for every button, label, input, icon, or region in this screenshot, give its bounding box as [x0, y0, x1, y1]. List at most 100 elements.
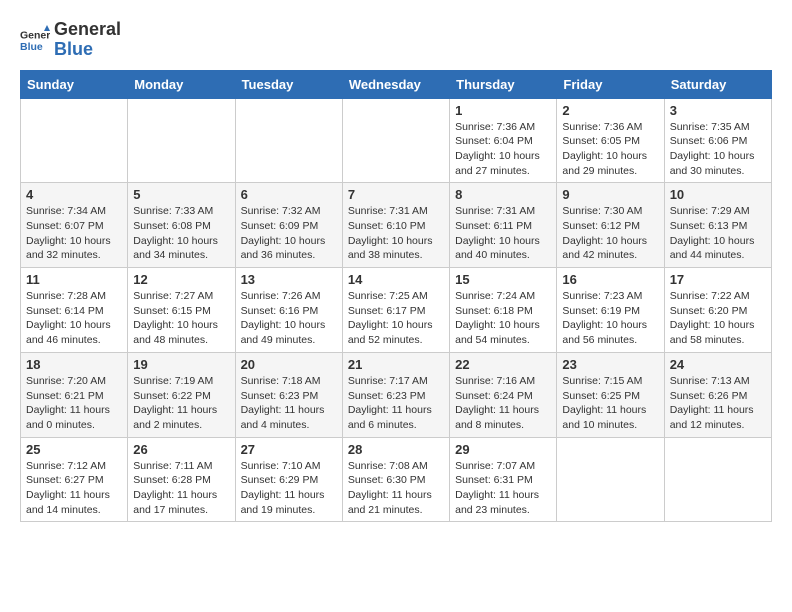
day-number: 15 — [455, 272, 551, 287]
weekday-header-cell: Tuesday — [235, 70, 342, 98]
calendar-day-cell: 14Sunrise: 7:25 AM Sunset: 6:17 PM Dayli… — [342, 268, 449, 353]
calendar-day-cell: 9Sunrise: 7:30 AM Sunset: 6:12 PM Daylig… — [557, 183, 664, 268]
calendar-day-cell: 25 Sunrise: 7:12 AM Sunset: 6:27 PM Dayli… — [21, 437, 128, 522]
day-info: Sunrise: 7:24 AM Sunset: 6:18 PM Dayligh… — [455, 289, 551, 348]
calendar-day-cell: 29Sunrise: 7:07 AM Sunset: 6:31 PM Dayli… — [450, 437, 557, 522]
day-info: Sunrise: 7:17 AM Sunset: 6:23 PM Dayligh… — [348, 374, 444, 433]
day-info: Sunrise: 7:10 AM Sunset: 6:29 PM Dayligh… — [241, 459, 337, 518]
logo: General Blue General Blue — [20, 20, 121, 60]
day-info: Sunrise: 7:13 AM Sunset: 6:26 PM Dayligh… — [670, 374, 766, 433]
calendar-day-cell: 17 Sunrise: 7:22 AM Sunset: 6:20 PM Dayli… — [664, 268, 771, 353]
day-info: Sunrise: 7:20 AM Sunset: 6:21 PM Dayligh… — [26, 374, 122, 433]
calendar-day-cell: 19 Sunrise: 7:19 AM Sunset: 6:22 PM Dayli… — [128, 352, 235, 437]
day-number: 8 — [455, 187, 551, 202]
day-info: Sunrise: 7:33 AM Sunset: 6:08 PM Dayligh… — [133, 204, 229, 263]
calendar-day-cell: 20 Sunrise: 7:18 AM Sunset: 6:23 PM Dayli… — [235, 352, 342, 437]
day-info: Sunrise: 7:19 AM Sunset: 6:22 PM Dayligh… — [133, 374, 229, 433]
calendar-day-cell: 8 Sunrise: 7:31 AM Sunset: 6:11 PM Daylig… — [450, 183, 557, 268]
calendar-week-row: 18 Sunrise: 7:20 AM Sunset: 6:21 PM Dayli… — [21, 352, 772, 437]
weekday-header-cell: Saturday — [664, 70, 771, 98]
day-info: Sunrise: 7:36 AM Sunset: 6:05 PM Dayligh… — [562, 120, 658, 179]
calendar-week-row: 25 Sunrise: 7:12 AM Sunset: 6:27 PM Dayli… — [21, 437, 772, 522]
day-number: 24 — [670, 357, 766, 372]
day-number: 28 — [348, 442, 444, 457]
day-info: Sunrise: 7:26 AM Sunset: 6:16 PM Dayligh… — [241, 289, 337, 348]
calendar-day-cell: 10 Sunrise: 7:29 AM Sunset: 6:13 PM Dayli… — [664, 183, 771, 268]
calendar-week-row: 4Sunrise: 7:34 AM Sunset: 6:07 PM Daylig… — [21, 183, 772, 268]
day-number: 25 — [26, 442, 122, 457]
day-info: Sunrise: 7:34 AM Sunset: 6:07 PM Dayligh… — [26, 204, 122, 263]
calendar-day-cell — [21, 98, 128, 183]
day-info: Sunrise: 7:31 AM Sunset: 6:10 PM Dayligh… — [348, 204, 444, 263]
calendar-day-cell: 15 Sunrise: 7:24 AM Sunset: 6:18 PM Dayli… — [450, 268, 557, 353]
day-info: Sunrise: 7:28 AM Sunset: 6:14 PM Dayligh… — [26, 289, 122, 348]
calendar-week-row: 1 Sunrise: 7:36 AM Sunset: 6:04 PM Daylig… — [21, 98, 772, 183]
day-info: Sunrise: 7:08 AM Sunset: 6:30 PM Dayligh… — [348, 459, 444, 518]
day-info: Sunrise: 7:18 AM Sunset: 6:23 PM Dayligh… — [241, 374, 337, 433]
day-info: Sunrise: 7:35 AM Sunset: 6:06 PM Dayligh… — [670, 120, 766, 179]
calendar-day-cell: 13 Sunrise: 7:26 AM Sunset: 6:16 PM Dayli… — [235, 268, 342, 353]
calendar-day-cell: 23 Sunrise: 7:15 AM Sunset: 6:25 PM Dayli… — [557, 352, 664, 437]
weekday-header-cell: Sunday — [21, 70, 128, 98]
calendar-day-cell: 24 Sunrise: 7:13 AM Sunset: 6:26 PM Dayli… — [664, 352, 771, 437]
calendar-day-cell — [342, 98, 449, 183]
svg-text:Blue: Blue — [20, 41, 43, 53]
calendar-day-cell: 16 Sunrise: 7:23 AM Sunset: 6:19 PM Dayli… — [557, 268, 664, 353]
svg-text:General: General — [20, 29, 50, 41]
day-info: Sunrise: 7:29 AM Sunset: 6:13 PM Dayligh… — [670, 204, 766, 263]
day-info: Sunrise: 7:23 AM Sunset: 6:19 PM Dayligh… — [562, 289, 658, 348]
day-number: 3 — [670, 103, 766, 118]
day-number: 26 — [133, 442, 229, 457]
day-info: Sunrise: 7:15 AM Sunset: 6:25 PM Dayligh… — [562, 374, 658, 433]
day-info: Sunrise: 7:31 AM Sunset: 6:11 PM Dayligh… — [455, 204, 551, 263]
calendar-day-cell: 1 Sunrise: 7:36 AM Sunset: 6:04 PM Daylig… — [450, 98, 557, 183]
day-info: Sunrise: 7:36 AM Sunset: 6:04 PM Dayligh… — [455, 120, 551, 179]
calendar-day-cell: 21 Sunrise: 7:17 AM Sunset: 6:23 PM Dayli… — [342, 352, 449, 437]
calendar-day-cell: 2 Sunrise: 7:36 AM Sunset: 6:05 PM Daylig… — [557, 98, 664, 183]
day-number: 18 — [26, 357, 122, 372]
day-number: 17 — [670, 272, 766, 287]
calendar-body: 1 Sunrise: 7:36 AM Sunset: 6:04 PM Daylig… — [21, 98, 772, 522]
day-number: 5 — [133, 187, 229, 202]
calendar-day-cell: 3 Sunrise: 7:35 AM Sunset: 6:06 PM Daylig… — [664, 98, 771, 183]
day-number: 16 — [562, 272, 658, 287]
calendar-day-cell: 11 Sunrise: 7:28 AM Sunset: 6:14 PM Dayli… — [21, 268, 128, 353]
weekday-header-row: SundayMondayTuesdayWednesdayThursdayFrid… — [21, 70, 772, 98]
calendar-table: SundayMondayTuesdayWednesdayThursdayFrid… — [20, 70, 772, 523]
calendar-day-cell: 28 Sunrise: 7:08 AM Sunset: 6:30 PM Dayli… — [342, 437, 449, 522]
day-info: Sunrise: 7:12 AM Sunset: 6:27 PM Dayligh… — [26, 459, 122, 518]
day-number: 13 — [241, 272, 337, 287]
day-number: 21 — [348, 357, 444, 372]
calendar-day-cell: 27Sunrise: 7:10 AM Sunset: 6:29 PM Dayli… — [235, 437, 342, 522]
day-info: Sunrise: 7:32 AM Sunset: 6:09 PM Dayligh… — [241, 204, 337, 263]
calendar-day-cell: 5 Sunrise: 7:33 AM Sunset: 6:08 PM Daylig… — [128, 183, 235, 268]
day-number: 10 — [670, 187, 766, 202]
day-number: 12 — [133, 272, 229, 287]
weekday-header-cell: Thursday — [450, 70, 557, 98]
day-info: Sunrise: 7:22 AM Sunset: 6:20 PM Dayligh… — [670, 289, 766, 348]
logo-icon: General Blue — [20, 25, 50, 55]
calendar-day-cell: 6 Sunrise: 7:32 AM Sunset: 6:09 PM Daylig… — [235, 183, 342, 268]
day-number: 1 — [455, 103, 551, 118]
day-info: Sunrise: 7:11 AM Sunset: 6:28 PM Dayligh… — [133, 459, 229, 518]
day-number: 11 — [26, 272, 122, 287]
day-number: 2 — [562, 103, 658, 118]
day-info: Sunrise: 7:27 AM Sunset: 6:15 PM Dayligh… — [133, 289, 229, 348]
day-number: 22 — [455, 357, 551, 372]
calendar-day-cell — [557, 437, 664, 522]
calendar-day-cell — [128, 98, 235, 183]
day-number: 6 — [241, 187, 337, 202]
weekday-header-cell: Monday — [128, 70, 235, 98]
calendar-week-row: 11 Sunrise: 7:28 AM Sunset: 6:14 PM Dayli… — [21, 268, 772, 353]
calendar-day-cell: 4Sunrise: 7:34 AM Sunset: 6:07 PM Daylig… — [21, 183, 128, 268]
day-number: 9 — [562, 187, 658, 202]
day-number: 19 — [133, 357, 229, 372]
calendar-day-cell: 26 Sunrise: 7:11 AM Sunset: 6:28 PM Dayli… — [128, 437, 235, 522]
page-header: General Blue General Blue — [20, 20, 772, 60]
day-number: 20 — [241, 357, 337, 372]
calendar-day-cell: 12 Sunrise: 7:27 AM Sunset: 6:15 PM Dayli… — [128, 268, 235, 353]
day-info: Sunrise: 7:25 AM Sunset: 6:17 PM Dayligh… — [348, 289, 444, 348]
day-number: 29 — [455, 442, 551, 457]
day-number: 23 — [562, 357, 658, 372]
calendar-day-cell — [235, 98, 342, 183]
